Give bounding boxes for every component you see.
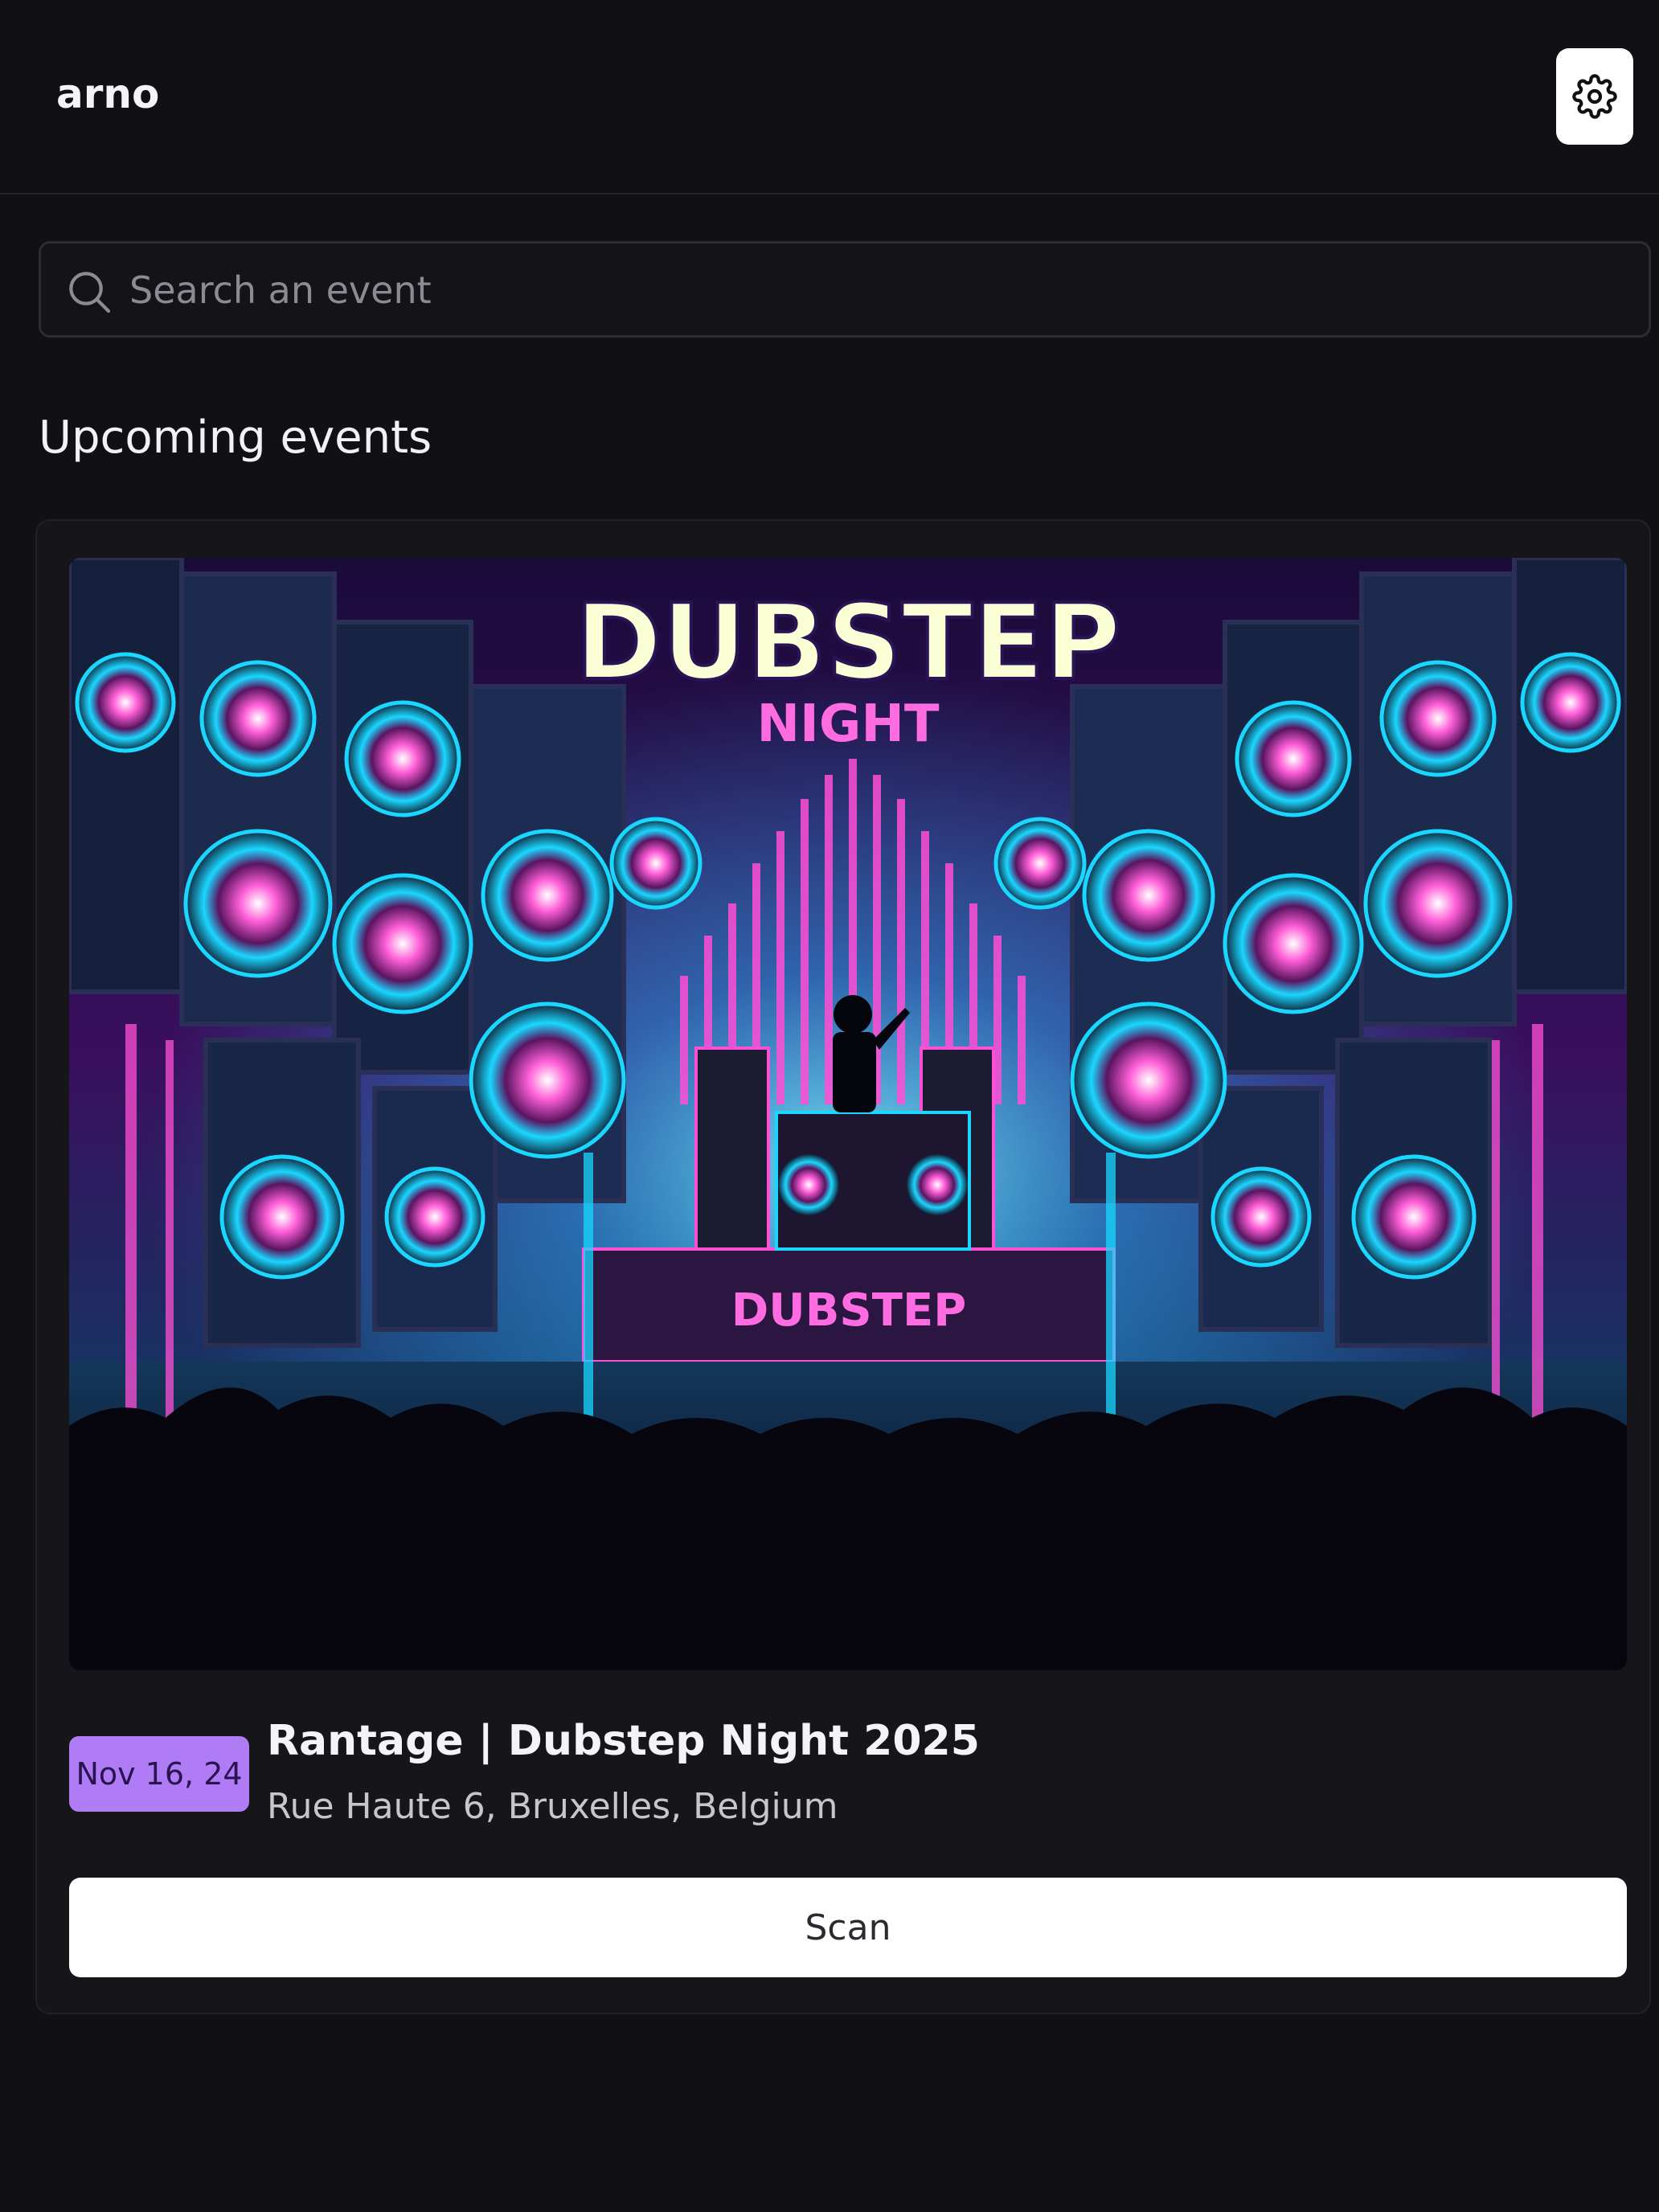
- settings-button[interactable]: [1556, 48, 1633, 145]
- scan-button[interactable]: Scan: [69, 1878, 1627, 1977]
- poster-subtitle: NIGHT: [756, 694, 939, 754]
- gear-icon: [1572, 74, 1617, 119]
- app-header: arno: [0, 0, 1659, 195]
- section-title: Upcoming events: [39, 412, 432, 464]
- poster-title: DUBSTEP: [576, 581, 1121, 703]
- search-bar[interactable]: [39, 241, 1651, 338]
- search-input[interactable]: [129, 258, 1624, 322]
- event-card[interactable]: DUBSTEP DUBSTEP NIGHT Nov 16, 24 Rantage…: [35, 519, 1651, 2014]
- event-location: Rue Haute 6, Bruxelles, Belgium: [267, 1786, 838, 1827]
- username-label: arno: [56, 71, 160, 117]
- event-poster: DUBSTEP DUBSTEP NIGHT: [69, 558, 1627, 1670]
- event-image[interactable]: DUBSTEP DUBSTEP NIGHT: [69, 558, 1627, 1670]
- date-badge: Nov 16, 24: [69, 1736, 249, 1812]
- search-icon: [69, 272, 111, 313]
- event-title[interactable]: Rantage | Dubstep Night 2025: [267, 1717, 980, 1765]
- stage-text: DUBSTEP: [731, 1284, 966, 1337]
